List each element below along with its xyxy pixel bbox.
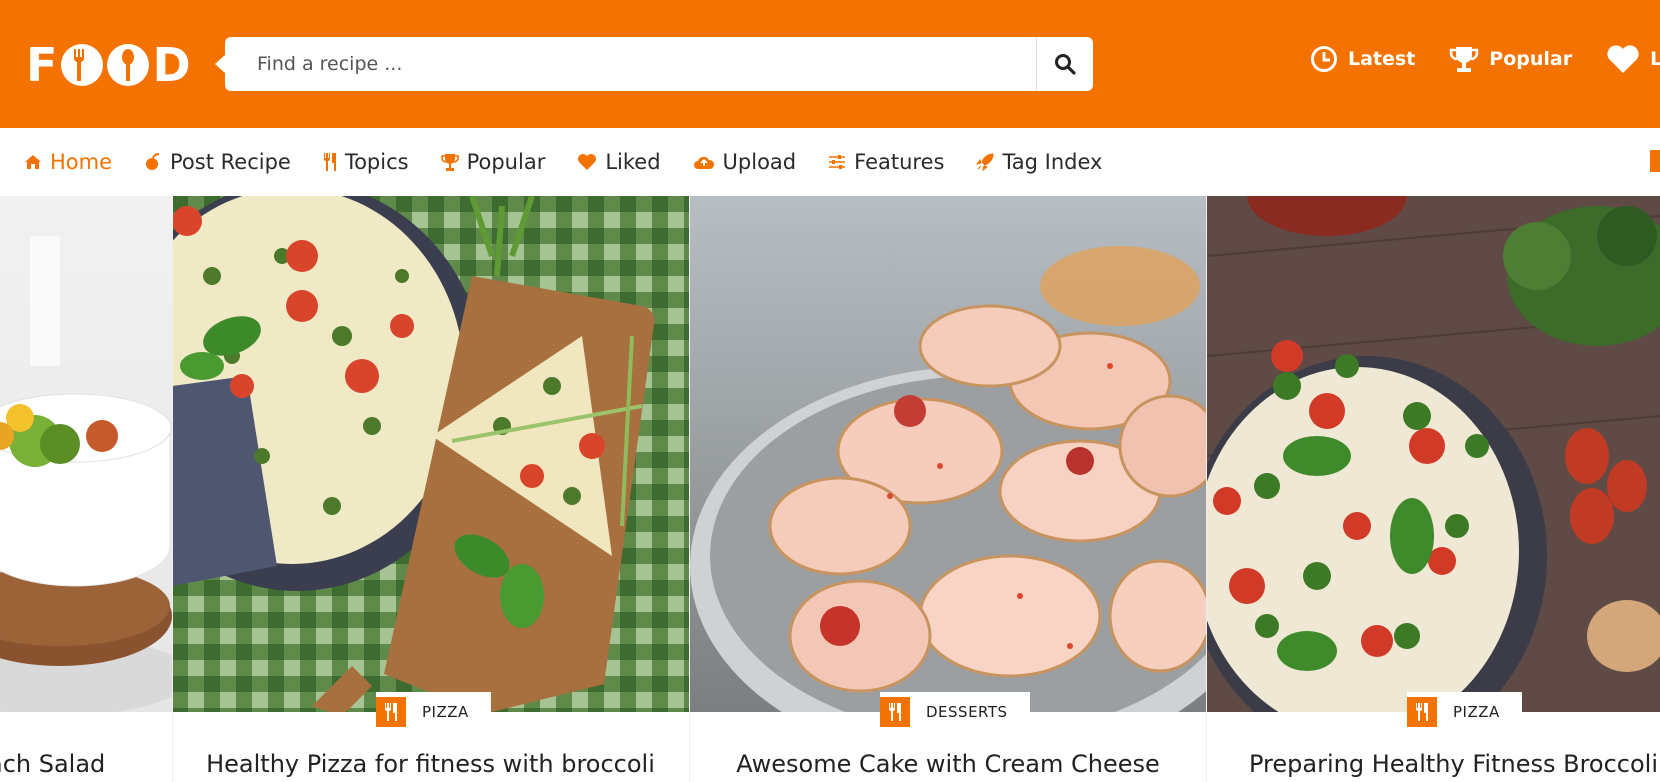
recipe-image[interactable] [690, 196, 1206, 712]
nav-item-features[interactable]: Features [828, 150, 944, 174]
utensils-icon [323, 153, 337, 171]
recipe-card[interactable]: PIZZA Healthy Pizza for fitness with bro… [172, 196, 689, 782]
card-divider [1206, 196, 1207, 782]
recipe-title[interactable]: Healthy Pizza for fitness with broccoli [172, 750, 689, 778]
main-nav: Home Post Recipe Topics Popular Liked Up… [0, 128, 1660, 197]
recipe-card[interactable]: PIZZA Preparing Healthy Fitness Broccoli… [1207, 196, 1660, 782]
nav-item-liked[interactable]: Liked [577, 150, 661, 174]
recipe-image[interactable] [0, 196, 172, 712]
nav-label-liked: Liked [605, 150, 661, 174]
nav-label-features: Features [854, 150, 945, 174]
category-label: DESSERTS [926, 703, 1008, 721]
header-links: Latest Popular L [1310, 44, 1660, 74]
search-icon [1055, 54, 1076, 75]
category-label: PIZZA [1453, 703, 1500, 721]
popular-label: Popular [1489, 48, 1573, 70]
category-badge[interactable]: PIZZA [376, 692, 491, 732]
nav-label-topics: Topics [344, 150, 409, 174]
category-badge[interactable]: PIZZA [1407, 692, 1522, 732]
nav-label-popular: Popular [466, 150, 546, 174]
site-header: F D Latest [0, 0, 1660, 128]
nav-label-upload: Upload [722, 150, 797, 174]
latest-link[interactable]: Latest [1310, 45, 1415, 73]
cloud-upload-icon [693, 154, 715, 170]
home-icon [24, 154, 42, 170]
logo-letter-d: D [152, 38, 192, 92]
recipe-card[interactable]: ach Salad [0, 196, 172, 782]
recipe-title[interactable]: Awesome Cake with Cream Cheese [690, 750, 1206, 778]
liked-label: L [1650, 48, 1660, 70]
logo-fork-icon [61, 44, 104, 86]
nav-item-popular[interactable]: Popular [440, 150, 546, 174]
liked-link[interactable]: L [1606, 44, 1660, 74]
nav-item-topics[interactable]: Topics [323, 150, 409, 174]
nav-label-tag-index: Tag Index [1002, 150, 1103, 174]
search-button[interactable] [1036, 37, 1093, 91]
utensils-icon [1407, 697, 1437, 727]
recipe-title[interactable]: Preparing Healthy Fitness Broccoli P [1249, 750, 1660, 778]
recipe-carousel: ach Salad [0, 196, 1660, 782]
popular-link[interactable]: Popular [1449, 45, 1572, 73]
apple-icon [144, 153, 162, 171]
trophy-icon [1450, 47, 1479, 72]
recipe-title[interactable]: ach Salad [0, 750, 160, 778]
trophy-icon [440, 153, 459, 171]
latest-label: Latest [1348, 48, 1416, 70]
recipe-image[interactable] [172, 196, 689, 712]
logo-spoon-icon [107, 44, 150, 86]
nav-label-home: Home [50, 150, 113, 174]
recipe-card[interactable]: DESSERTS Awesome Cake with Cream Cheese [690, 196, 1206, 782]
search-bar [215, 37, 1093, 91]
nav-overflow-indicator[interactable] [1650, 150, 1660, 172]
clock-icon [1311, 46, 1337, 72]
heart-icon [577, 153, 597, 171]
nav-label-post-recipe: Post Recipe [170, 150, 291, 174]
nav-item-post-recipe[interactable]: Post Recipe [144, 150, 291, 174]
card-divider [689, 196, 690, 782]
nav-item-home[interactable]: Home [24, 150, 112, 174]
site-logo[interactable]: F D [26, 38, 192, 92]
rocket-icon [976, 153, 994, 171]
sliders-icon [828, 154, 846, 170]
heart-icon [1607, 45, 1639, 73]
nav-item-upload[interactable]: Upload [693, 150, 797, 174]
category-badge[interactable]: DESSERTS [880, 692, 1030, 732]
category-label: PIZZA [422, 703, 469, 721]
utensils-icon [376, 697, 406, 727]
search-input[interactable] [225, 37, 1037, 91]
card-divider [172, 196, 173, 782]
recipe-image[interactable] [1207, 196, 1660, 712]
utensils-icon [880, 697, 910, 727]
nav-item-tag-index[interactable]: Tag Index [976, 150, 1102, 174]
logo-letter-f: F [26, 38, 59, 92]
